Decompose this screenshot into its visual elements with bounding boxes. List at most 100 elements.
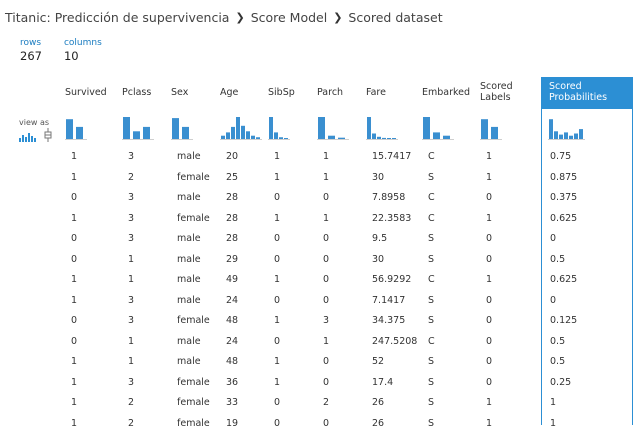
boxplot-view-icon[interactable] <box>41 128 55 142</box>
cell-sibsp: 0 <box>274 192 280 203</box>
table-row: 13male201115.7417C10.75 <box>65 148 635 169</box>
cell-pclass: 2 <box>128 397 134 408</box>
cell-sibsp: 0 <box>274 233 280 244</box>
table-row: 12female251130S10.875 <box>65 169 635 190</box>
cell-age: 19 <box>226 418 238 429</box>
cell-scored-probabilities: 1 <box>550 418 556 429</box>
table-row: 13female361017.4S00.25 <box>65 374 635 395</box>
cell-pclass: 2 <box>128 418 134 429</box>
histogram-bar <box>318 117 325 139</box>
column-histogram-scored-probabilities[interactable] <box>548 111 587 143</box>
histogram-bar <box>251 136 255 139</box>
histogram-bar <box>559 135 563 139</box>
column-header-sibsp[interactable]: SibSp <box>268 77 316 109</box>
column-header-scored-labels[interactable]: Scored Labels <box>480 77 541 109</box>
histogram-view-icon[interactable] <box>19 132 37 142</box>
cell-sex: male <box>177 192 201 203</box>
histogram-bar <box>491 127 498 139</box>
column-header-pclass[interactable]: Pclass <box>122 77 170 109</box>
breadcrumb-item-dataset: Scored dataset <box>348 10 442 25</box>
cell-scored-probabilities: 1 <box>550 397 556 408</box>
histogram-bar <box>372 134 376 140</box>
column-histogram-embarked[interactable] <box>422 111 456 143</box>
cell-fare: 15.7417 <box>372 151 411 162</box>
cell-survived: 0 <box>71 254 77 265</box>
column-histogram-scored-labels[interactable] <box>480 111 504 143</box>
cell-embarked: C <box>428 151 435 162</box>
histogram-bar <box>433 132 440 139</box>
column-header-sex[interactable]: Sex <box>171 77 219 109</box>
column-header-label: SibSp <box>268 88 295 99</box>
column-header-scored-probabilities[interactable]: Scored Probabilities <box>541 77 633 109</box>
chevron-right-icon: ❯ <box>235 11 244 24</box>
cell-embarked: C <box>428 192 435 203</box>
cell-survived: 0 <box>71 233 77 244</box>
cell-age: 28 <box>226 192 238 203</box>
column-header-label: Scored Labels <box>480 82 541 104</box>
column-header-fare[interactable]: Fare <box>366 77 421 109</box>
table-row: 13female281122.3583C10.625 <box>65 210 635 231</box>
cell-survived: 1 <box>71 274 77 285</box>
breadcrumb-item-module[interactable]: Score Model <box>251 10 328 25</box>
columns-stat: columns 10 <box>64 38 102 63</box>
column-histogram-fare[interactable] <box>366 111 400 143</box>
cell-age: 49 <box>226 274 238 285</box>
histogram-bar <box>579 129 583 139</box>
cell-embarked: S <box>428 418 434 429</box>
cell-embarked: S <box>428 233 434 244</box>
cell-parch: 1 <box>323 151 329 162</box>
column-header-embarked[interactable]: Embarked <box>422 77 479 109</box>
cell-survived: 0 <box>71 315 77 326</box>
breadcrumb-item-experiment[interactable]: Titanic: Predicción de supervivencia <box>5 10 229 25</box>
cell-sibsp: 0 <box>274 254 280 265</box>
cell-age: 29 <box>226 254 238 265</box>
cell-parch: 0 <box>323 233 329 244</box>
cell-fare: 22.3583 <box>372 213 411 224</box>
histogram-bar <box>382 138 386 139</box>
cell-fare: 26 <box>372 418 384 429</box>
cell-age: 48 <box>226 315 238 326</box>
cell-parch: 0 <box>323 274 329 285</box>
histogram-bar <box>423 117 430 139</box>
histogram-bar <box>246 131 250 139</box>
cell-age: 24 <box>226 336 238 347</box>
cell-sex: male <box>177 274 201 285</box>
histogram-bar <box>564 132 568 139</box>
cell-scored-labels: 0 <box>486 356 492 367</box>
column-histogram-age[interactable] <box>220 111 264 143</box>
histogram-bar <box>549 119 553 139</box>
histogram-bar <box>143 127 150 139</box>
cell-age: 48 <box>226 356 238 367</box>
cell-scored-probabilities: 0.25 <box>550 377 571 388</box>
cell-pclass: 1 <box>128 274 134 285</box>
cell-survived: 1 <box>71 356 77 367</box>
column-header-parch[interactable]: Parch <box>317 77 365 109</box>
cell-pclass: 3 <box>128 233 134 244</box>
cell-pclass: 1 <box>128 254 134 265</box>
chevron-right-icon: ❯ <box>333 11 342 24</box>
histogram-bar <box>387 138 391 139</box>
cell-fare: 30 <box>372 254 384 265</box>
cell-scored-probabilities: 0 <box>550 295 556 306</box>
cell-pclass: 3 <box>128 315 134 326</box>
column-header-age[interactable]: Age <box>220 77 267 109</box>
cell-sex: male <box>177 254 201 265</box>
cell-scored-probabilities: 0.75 <box>550 151 571 162</box>
cell-parch: 0 <box>323 254 329 265</box>
column-histogram-sibsp[interactable] <box>268 111 292 143</box>
histogram-bar <box>392 138 396 139</box>
column-header-survived[interactable]: Survived <box>65 77 117 109</box>
histogram-bar <box>76 127 83 139</box>
column-histogram-sex[interactable] <box>171 111 195 143</box>
histogram-bar <box>377 137 381 139</box>
cell-pclass: 3 <box>128 192 134 203</box>
cell-sex: female <box>177 377 210 388</box>
cell-sex: female <box>177 418 210 429</box>
cell-fare: 7.8958 <box>372 192 405 203</box>
cell-scored-probabilities: 0.625 <box>550 274 577 285</box>
column-histogram-survived[interactable] <box>65 111 89 143</box>
column-histogram-parch[interactable] <box>317 111 351 143</box>
column-histogram-pclass[interactable] <box>122 111 156 143</box>
cell-pclass: 1 <box>128 336 134 347</box>
cell-sibsp: 1 <box>274 213 280 224</box>
